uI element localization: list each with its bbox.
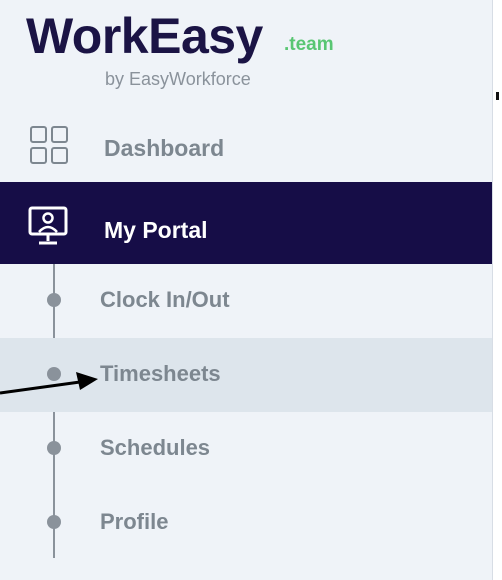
- pointer-arrow-icon: [0, 372, 98, 395]
- nav-item-my-portal-label: My Portal: [104, 217, 208, 243]
- brand-name: WorkEasy: [26, 8, 263, 64]
- brand-logo[interactable]: WorkEasy .team by EasyWorkforce: [26, 8, 334, 89]
- subnav-item-timesheets-label: Timesheets: [100, 361, 221, 386]
- subnav-item-schedules-label: Schedules: [100, 435, 211, 460]
- brand-suffix: .team: [284, 34, 334, 55]
- monitor-user-icon: [28, 206, 68, 245]
- subnav-item-clock-in-out[interactable]: Clock In/Out: [0, 264, 492, 338]
- content-edge-mark: [496, 92, 499, 100]
- nav-item-dashboard-label: Dashboard: [104, 135, 225, 161]
- subnav-item-clock-in-out-label: Clock In/Out: [100, 287, 230, 312]
- subnav-bullet: [47, 515, 61, 529]
- subnav-item-schedules[interactable]: Schedules: [0, 412, 492, 486]
- content-panel-edge: [492, 0, 502, 580]
- subnav-item-profile-label: Profile: [100, 509, 169, 534]
- subnav-bullet: [47, 293, 61, 307]
- nav-item-dashboard[interactable]: Dashboard: [0, 120, 492, 178]
- grid-icon: [30, 126, 68, 164]
- subnav-bullet: [47, 441, 61, 455]
- nav-item-my-portal[interactable]: My Portal: [0, 182, 492, 264]
- brand-byline: by EasyWorkforce: [105, 69, 251, 89]
- subnav-item-profile[interactable]: Profile: [0, 486, 492, 560]
